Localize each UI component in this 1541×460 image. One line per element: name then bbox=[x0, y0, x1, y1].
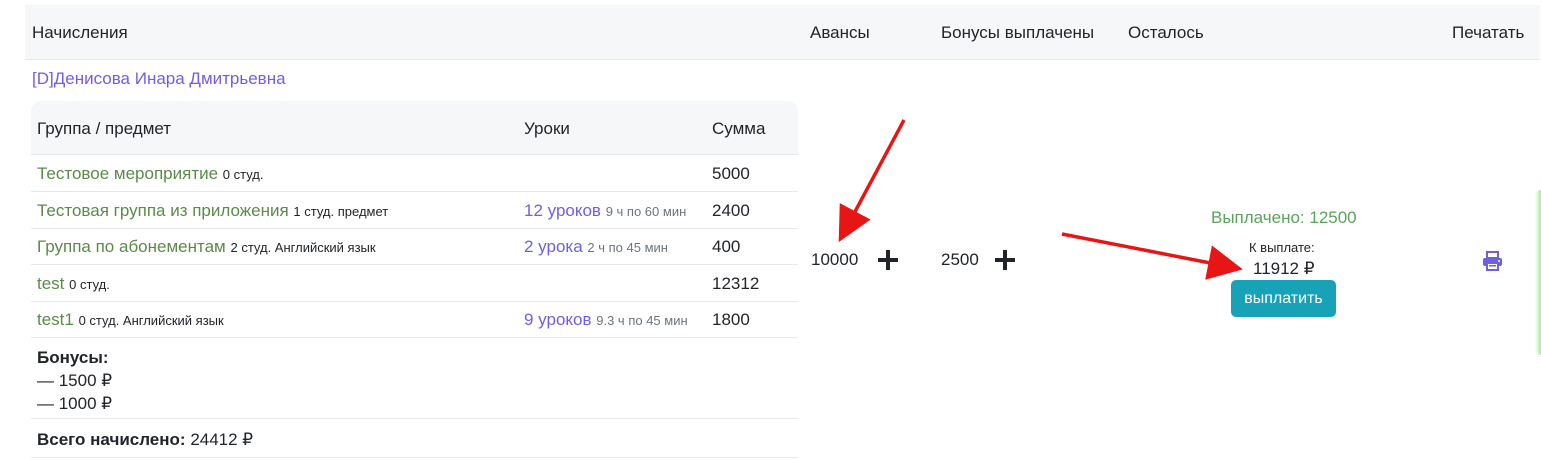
total-label: Всего начислено: bbox=[37, 430, 186, 449]
total-value: 24412 ₽ bbox=[190, 430, 254, 449]
group-link[interactable]: Тестовое мероприятие bbox=[37, 164, 218, 183]
column-lessons: Уроки bbox=[524, 119, 570, 138]
accruals-table: Группа / предмет Уроки Сумма Тестовое ме… bbox=[31, 101, 798, 459]
row-sum: 12312 bbox=[712, 274, 760, 293]
table-row: test1 0 студ. Английский язык 9 уроков 9… bbox=[31, 301, 798, 338]
table-row: Тестовое мероприятие 0 студ. 5000 bbox=[31, 155, 798, 192]
group-link[interactable]: test bbox=[37, 274, 64, 293]
to-pay-label: К выплате: bbox=[1249, 240, 1315, 255]
plus-icon[interactable] bbox=[995, 250, 1015, 270]
group-meta: 2 студ. Английский язык bbox=[230, 240, 376, 255]
payroll-page: Начисления Авансы Бонусы выплачены Остал… bbox=[0, 0, 1541, 460]
arrow-to-advances bbox=[838, 119, 906, 243]
teacher-name-link[interactable]: [D]Денисова Инара Дмитрьевна bbox=[32, 69, 286, 89]
group-meta: 0 студ. Английский язык bbox=[78, 313, 224, 328]
accruals-table-header: Группа / предмет Уроки Сумма bbox=[31, 101, 798, 155]
column-group: Группа / предмет bbox=[37, 119, 172, 138]
bonuses-block: Бонусы: — 1500 ₽ — 1000 ₽ bbox=[31, 337, 798, 419]
row-sum: 1800 bbox=[712, 310, 750, 329]
column-sum: Сумма bbox=[712, 119, 766, 138]
paid-out-text: Выплачено: 12500 bbox=[1211, 208, 1357, 227]
group-link[interactable]: Тестовая группа из приложения bbox=[37, 201, 289, 220]
lessons-meta: 2 ч по 45 мин bbox=[587, 240, 668, 255]
group-meta: 1 студ. предмет bbox=[293, 204, 389, 219]
side-glow bbox=[1535, 190, 1541, 355]
lessons-link[interactable]: 9 уроков bbox=[524, 310, 592, 329]
group-meta: 0 студ. bbox=[222, 167, 264, 182]
total-accrued: Всего начислено: 24412 ₽ bbox=[37, 430, 253, 450]
plus-icon[interactable] bbox=[878, 250, 898, 270]
pay-button[interactable]: выплатить bbox=[1231, 280, 1336, 317]
header-accruals: Начисления bbox=[32, 23, 128, 42]
advances-value: 10000 bbox=[811, 250, 859, 269]
header-print: Печатать bbox=[1452, 23, 1525, 42]
lessons-link[interactable]: 12 уроков bbox=[524, 201, 601, 220]
group-meta: 0 студ. bbox=[69, 277, 110, 292]
row-sum: 5000 bbox=[712, 164, 750, 183]
table-row: Группа по абонементам 2 студ. Английский… bbox=[31, 228, 798, 265]
lessons-meta: 9 ч по 60 мин bbox=[605, 204, 687, 219]
lessons-meta: 9.3 ч по 45 мин bbox=[596, 313, 688, 328]
header-bonuses-paid: Бонусы выплачены bbox=[941, 23, 1095, 42]
payroll-header: Начисления Авансы Бонусы выплачены Остал… bbox=[25, 5, 1540, 60]
bonus-item: — 1000 ₽ bbox=[37, 394, 113, 413]
divider bbox=[31, 457, 798, 458]
bonus-item: — 1500 ₽ bbox=[37, 371, 113, 390]
group-link[interactable]: Группа по абонементам bbox=[37, 237, 226, 256]
table-row: test 0 студ. 12312 bbox=[31, 265, 798, 302]
lessons-link[interactable]: 2 урока bbox=[524, 237, 583, 256]
printer-icon[interactable] bbox=[1482, 251, 1503, 271]
table-row: Тестовая группа из приложения 1 студ. пр… bbox=[31, 192, 798, 229]
header-remaining: Осталось bbox=[1128, 23, 1204, 42]
group-link[interactable]: test1 bbox=[37, 310, 74, 329]
arrow-to-payment bbox=[1061, 232, 1243, 280]
header-advances: Авансы bbox=[810, 23, 870, 42]
row-sum: 2400 bbox=[712, 201, 750, 220]
bonuses-paid-value: 2500 bbox=[941, 250, 979, 269]
row-sum: 400 bbox=[712, 237, 741, 256]
bonuses-title: Бонусы: bbox=[37, 348, 109, 367]
to-pay-value: 11912 ₽ bbox=[1253, 259, 1315, 278]
